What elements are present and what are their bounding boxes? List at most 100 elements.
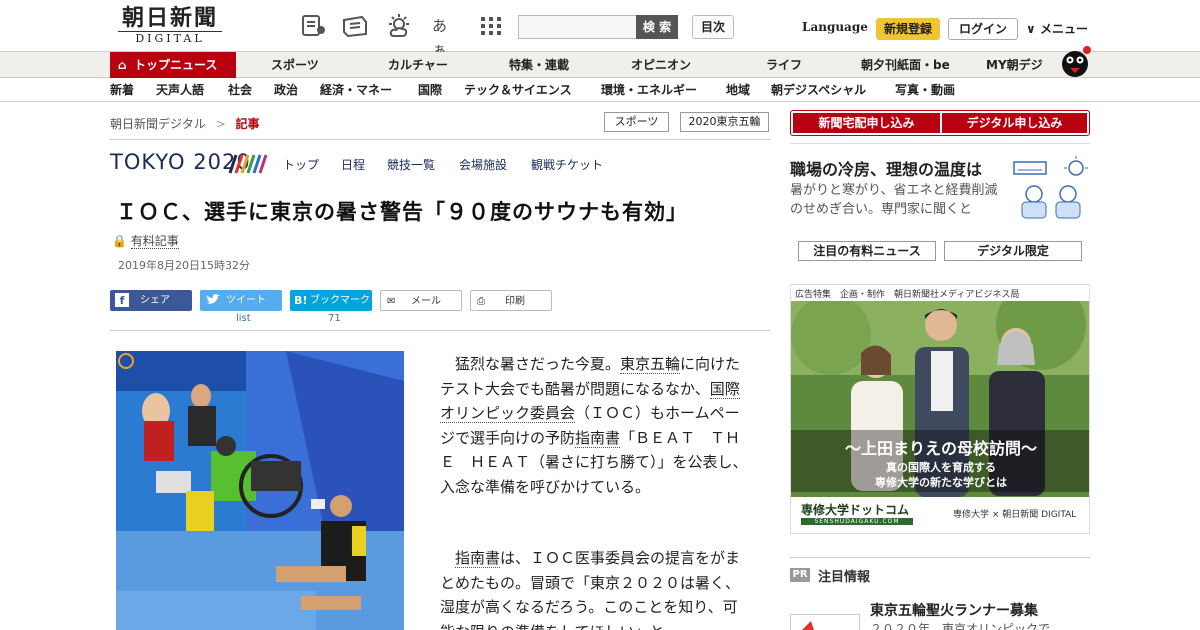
news-list-icon[interactable] bbox=[300, 14, 326, 38]
pr-thumbnail[interactable] bbox=[790, 614, 860, 630]
ad-label: 広告特集 企画・制作 朝日新聞社メディアビジネス局 bbox=[795, 290, 1020, 300]
nav-item-sports[interactable]: スポーツ bbox=[271, 52, 319, 78]
mascot-icon[interactable] bbox=[1058, 44, 1092, 78]
twitter-count[interactable]: list bbox=[236, 313, 251, 324]
pr-item-title[interactable]: 東京五輪聖火ランナー募集 bbox=[870, 600, 1038, 620]
feature-title[interactable]: 職場の冷房、理想の温度は bbox=[790, 156, 982, 180]
article-photo[interactable] bbox=[116, 351, 404, 630]
menu-label: メニュー bbox=[1039, 22, 1088, 36]
ad-footer-brand: 専修大学ドットコム bbox=[801, 503, 910, 517]
signup-button[interactable]: 新規登録 bbox=[876, 18, 940, 40]
print-label: 印刷 bbox=[505, 296, 525, 307]
weather-icon[interactable] bbox=[386, 14, 412, 38]
login-button[interactable]: ログイン bbox=[948, 18, 1018, 40]
subnav-item-local[interactable]: 地域 bbox=[726, 78, 750, 102]
digital-subscribe-button[interactable]: デジタル申し込み bbox=[942, 113, 1087, 133]
hatena-count[interactable]: 71 bbox=[328, 313, 341, 324]
facebook-share-label: シェア bbox=[140, 295, 170, 306]
tag-sports[interactable]: スポーツ bbox=[604, 112, 669, 132]
paid-article-label: 🔒 有料記事 bbox=[112, 232, 179, 249]
nav-item-my[interactable]: MY朝デジ bbox=[986, 52, 1043, 78]
language-link[interactable]: Language bbox=[802, 20, 868, 34]
subnav-item-politics[interactable]: 政治 bbox=[274, 78, 298, 102]
twitter-share-label: ツイート bbox=[226, 295, 266, 306]
subnav-item-photo[interactable]: 写真・動画 bbox=[895, 78, 955, 102]
tab-paid-news[interactable]: 注目の有料ニュース bbox=[798, 241, 936, 261]
nav-item-life[interactable]: ライフ bbox=[766, 52, 802, 78]
grid-menu-icon[interactable] bbox=[478, 14, 504, 38]
article-date: 2019年8月20日15時32分 bbox=[118, 259, 250, 272]
print-icon: ⎙ bbox=[477, 296, 485, 307]
paragraph-text bbox=[440, 549, 455, 567]
logo-main-text: 朝日新聞 bbox=[121, 5, 218, 31]
twitter-share-button[interactable]: ツイート bbox=[200, 290, 282, 311]
article-paragraph-2: 指南書は、ＩＯＣ医事委員会の提言をがまとめたもの。冒頭で「東京２０２０は暑く、湿… bbox=[440, 546, 750, 630]
mail-share-button[interactable]: ✉ メール bbox=[380, 290, 462, 311]
nav-top-news[interactable]: ⌂ トップニュース bbox=[110, 52, 236, 78]
hatena-label: ブックマーク bbox=[310, 295, 370, 306]
font-size-toggle[interactable]: あぁ bbox=[432, 14, 458, 59]
paragraph-text: 猛烈な暑さだった今夏。 bbox=[440, 355, 621, 373]
stripes-icon bbox=[228, 154, 268, 174]
article-headline: ＩＯＣ、選手に東京の暑さ警告「９０度のサウナも有効」 bbox=[116, 200, 688, 224]
breadcrumb-separator: > bbox=[215, 117, 226, 131]
search-button[interactable]: 検 索 bbox=[636, 15, 678, 39]
nav-top-news-label: トップニュース bbox=[134, 58, 218, 72]
pr-item-subtitle[interactable]: ２０２０年、東京オリンピックで bbox=[870, 620, 1050, 630]
feature-illustration[interactable] bbox=[1012, 156, 1090, 220]
subnav-item-society[interactable]: 社会 bbox=[228, 78, 252, 102]
tab-digital-only[interactable]: デジタル限定 bbox=[944, 241, 1082, 261]
nav-item-opinion[interactable]: オピニオン bbox=[631, 52, 691, 78]
hatena-bookmark-button[interactable]: B! ブックマーク bbox=[290, 290, 372, 311]
home-icon: ⌂ bbox=[118, 58, 127, 72]
link-tokyo-olympics[interactable]: 東京五輪 bbox=[620, 355, 681, 374]
site-logo[interactable]: 朝日新聞 DIGITAL bbox=[110, 6, 230, 48]
print-button[interactable]: ⎙ 印刷 bbox=[470, 290, 552, 311]
pr-section-title: 注目情報 bbox=[818, 570, 871, 585]
nav-item-culture[interactable]: カルチャー bbox=[388, 52, 448, 78]
hatena-icon: B! bbox=[294, 294, 308, 307]
facebook-share-button[interactable]: f シェア bbox=[110, 290, 192, 311]
sub-nav: 新着 天声人語 社会 政治 経済・マネー 国際 テック＆サイエンス 環境・エネル… bbox=[0, 78, 1200, 102]
newspaper-subscribe-button[interactable]: 新聞宅配申し込み bbox=[793, 113, 940, 133]
subnav-item-special[interactable]: 朝デジスペシャル bbox=[771, 78, 866, 102]
subnav-item-economy[interactable]: 経済・マネー bbox=[320, 78, 392, 102]
link-guidebook[interactable]: 指南書 bbox=[575, 428, 621, 448]
ad-footer-url: SENSHUDAIGAKU.COM bbox=[801, 518, 913, 525]
tokyo-nav-events[interactable]: 競技一覧 bbox=[387, 156, 435, 173]
ad-banner[interactable]: 広告特集 企画・制作 朝日新聞社メディアビジネス局 〜上田まりえの母校訪問〜 真… bbox=[790, 284, 1090, 534]
nav-item-paper[interactable]: 朝夕刊紙面・be bbox=[861, 52, 950, 78]
subnav-item-new[interactable]: 新着 bbox=[110, 78, 134, 102]
subnav-item-tech[interactable]: テック＆サイエンス bbox=[464, 78, 572, 102]
link-guidebook[interactable]: 指南書 bbox=[455, 549, 501, 568]
search-input[interactable] bbox=[518, 15, 636, 39]
paid-article-text: 有料記事 bbox=[130, 234, 179, 249]
subnav-item-tenseijingo[interactable]: 天声人語 bbox=[156, 78, 204, 102]
tokyo-nav-top[interactable]: トップ bbox=[283, 156, 319, 173]
tokyo-nav-schedule[interactable]: 日程 bbox=[341, 156, 365, 173]
tokyo-nav-tickets[interactable]: 観戦チケット bbox=[531, 156, 603, 173]
facebook-icon: f bbox=[115, 293, 129, 307]
divider bbox=[790, 143, 1090, 144]
tokyo-nav-venues[interactable]: 会場施設 bbox=[459, 156, 507, 173]
article-paragraph-1: 猛烈な暑さだった今夏。東京五輪に向けたテスト大会でも酷暑が問題になるなか、国際オ… bbox=[440, 352, 750, 499]
paper-icon[interactable] bbox=[342, 14, 368, 38]
mail-share-label: メール bbox=[411, 296, 441, 307]
tag-tokyo2020[interactable]: 2020東京五輪 bbox=[680, 112, 769, 132]
divider bbox=[790, 557, 1090, 558]
feature-description[interactable]: 暑がりと寒がり、省エネと経費削減のせめぎ合い。専門家に聞くと bbox=[790, 181, 1008, 219]
breadcrumb-current: 記事 bbox=[235, 117, 260, 131]
nav-item-features[interactable]: 特集・連載 bbox=[509, 52, 569, 78]
menu-button[interactable]: ∨ メニュー bbox=[1026, 20, 1088, 37]
subnav-item-international[interactable]: 国際 bbox=[418, 78, 442, 102]
ad-title: 〜上田まりえの母校訪問〜 bbox=[844, 439, 1037, 458]
breadcrumb-root[interactable]: 朝日新聞デジタル bbox=[110, 117, 206, 131]
breadcrumb: 朝日新聞デジタル > 記事 bbox=[110, 115, 260, 132]
subnav-item-environment[interactable]: 環境・エネルギー bbox=[601, 78, 697, 102]
pr-badge: PR bbox=[790, 568, 810, 582]
mail-icon: ✉ bbox=[387, 296, 396, 307]
top-header: 朝日新聞 DIGITAL あぁ 検 索 目次 Language 新規登録 ログイ… bbox=[0, 0, 1200, 59]
lock-icon: 🔒 bbox=[112, 234, 127, 248]
contents-button[interactable]: 目次 bbox=[692, 15, 734, 39]
subscription-box: 新聞宅配申し込み デジタル申し込み bbox=[790, 110, 1090, 136]
